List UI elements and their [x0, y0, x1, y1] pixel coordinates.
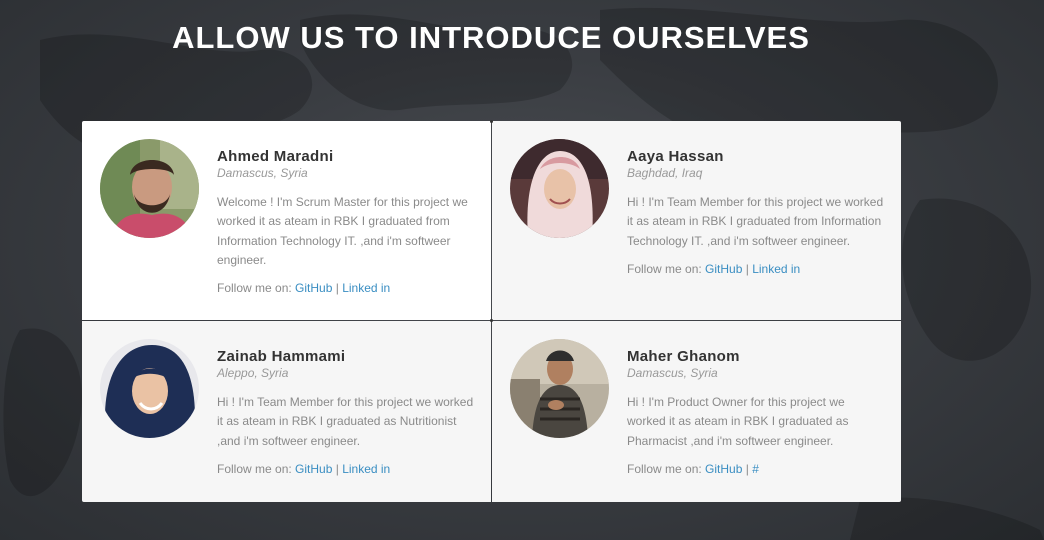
member-name: Maher Ghanom — [627, 348, 740, 365]
page-title-bold: INTRODUCE OURSELVES — [409, 20, 810, 55]
member-card: Zainab Hammami Aleppo, Syria Hi ! I'm Te… — [82, 321, 491, 502]
github-link[interactable]: GitHub — [705, 262, 742, 276]
avatar — [510, 339, 609, 438]
page-title-light: ALLOW US TO — [172, 20, 410, 55]
member-name: Zainab Hammami — [217, 348, 346, 365]
member-card: Aaya Hassan Baghdad, Iraq Hi ! I'm Team … — [492, 121, 901, 320]
linkedin-link[interactable]: Linked in — [752, 262, 800, 276]
linkedin-link[interactable]: Linked in — [342, 462, 390, 476]
member-bio: Hi ! I'm Product Owner for this project … — [627, 395, 849, 448]
divider-dot — [490, 319, 493, 322]
member-card: Maher Ghanom Damascus, Syria Hi ! I'm Pr… — [492, 321, 901, 502]
follow-label: Follow me on: — [627, 461, 706, 476]
member-bio: Welcome ! I'm Scrum Master for this proj… — [217, 195, 468, 267]
github-link[interactable]: GitHub — [295, 281, 332, 295]
github-link[interactable]: GitHub — [295, 462, 332, 476]
follow-label: Follow me on: — [217, 281, 296, 296]
follow-label: Follow me on: — [627, 261, 706, 276]
avatar — [100, 339, 199, 438]
team-grid: Ahmed Maradni Damascus, Syria Welcome ! … — [82, 120, 901, 502]
member-bio: Hi ! I'm Team Member for this project we… — [217, 395, 474, 448]
linkedin-link[interactable]: # — [752, 462, 759, 476]
divider-dot — [490, 120, 493, 123]
link-separator: | — [332, 281, 343, 296]
member-location: Aleppo, Syria — [217, 366, 289, 380]
page-title: ALLOW US TO INTRODUCE OURSELVES — [0, 20, 982, 56]
avatar — [510, 139, 609, 238]
member-location: Damascus, Syria — [217, 166, 308, 180]
member-card: Ahmed Maradni Damascus, Syria Welcome ! … — [82, 121, 491, 320]
member-name: Ahmed Maradni — [217, 148, 334, 165]
link-separator: | — [742, 461, 753, 476]
follow-links: Follow me on: GitHub | Linked in — [217, 279, 475, 298]
link-separator: | — [332, 461, 343, 476]
link-separator: | — [742, 261, 753, 276]
member-location: Damascus, Syria — [627, 366, 718, 380]
follow-links: Follow me on: GitHub | Linked in — [217, 460, 475, 479]
member-name: Aaya Hassan — [627, 148, 724, 165]
member-location: Baghdad, Iraq — [627, 166, 703, 180]
member-bio: Hi ! I'm Team Member for this project we… — [627, 195, 884, 248]
follow-links: Follow me on: GitHub | Linked in — [627, 260, 885, 279]
avatar — [100, 139, 199, 238]
github-link[interactable]: GitHub — [705, 462, 742, 476]
linkedin-link[interactable]: Linked in — [342, 281, 390, 295]
follow-label: Follow me on: — [217, 461, 296, 476]
follow-links: Follow me on: GitHub | # — [627, 460, 885, 479]
